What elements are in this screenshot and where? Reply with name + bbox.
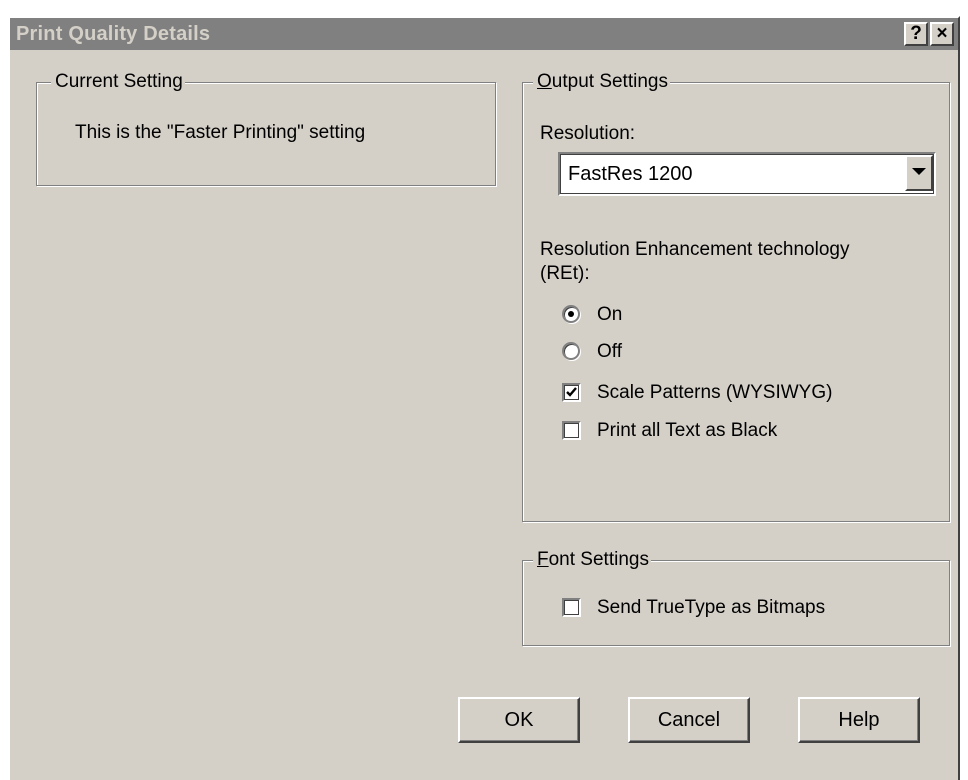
- current-setting-text: This is the "Faster Printing" setting: [75, 122, 366, 143]
- truetype-bitmaps-checkbox[interactable]: [562, 598, 581, 617]
- current-setting-legend: Current Setting: [51, 69, 185, 95]
- ok-button[interactable]: OK: [458, 697, 580, 743]
- radio-on-label[interactable]: On: [597, 303, 622, 327]
- output-settings-group: Output Settings: [522, 69, 950, 522]
- close-button[interactable]: ×: [930, 22, 954, 46]
- ret-label-line2: (REt):: [540, 263, 590, 284]
- radio-on[interactable]: [562, 305, 580, 323]
- window-title: Print Quality Details: [16, 23, 211, 45]
- output-settings-legend: Output Settings: [533, 69, 670, 95]
- scale-patterns-checkbox[interactable]: [562, 383, 581, 402]
- font-settings-legend: Font Settings: [533, 547, 651, 573]
- font-settings-legend-rest: ont Settings: [548, 549, 649, 570]
- checkmark-icon: [566, 387, 577, 397]
- title-bar: Print Quality Details ? ×: [10, 18, 958, 50]
- print-black-label[interactable]: Print all Text as Black: [597, 419, 777, 443]
- resolution-dropdown[interactable]: FastRes 1200: [558, 152, 936, 196]
- resolution-label: Resolution:: [540, 123, 636, 144]
- truetype-bitmaps-label[interactable]: Send TrueType as Bitmaps: [597, 596, 825, 620]
- help-button[interactable]: Help: [798, 697, 920, 743]
- dropdown-arrow-button[interactable]: [905, 155, 933, 191]
- question-icon: ?: [910, 23, 922, 44]
- ret-label-line1: Resolution Enhancement technology: [540, 239, 850, 260]
- print-black-checkbox[interactable]: [562, 421, 581, 440]
- current-setting-group: Current Setting This is the "Faster Prin…: [36, 69, 496, 186]
- chevron-down-icon: [912, 168, 926, 175]
- cancel-button[interactable]: Cancel: [628, 697, 750, 743]
- output-settings-accel: O: [537, 71, 552, 92]
- resolution-value: FastRes 1200: [568, 163, 693, 185]
- radio-on-dot: [568, 311, 574, 317]
- font-settings-accel: F: [537, 549, 549, 570]
- scale-patterns-label[interactable]: Scale Patterns (WYSIWYG): [597, 381, 832, 405]
- radio-off[interactable]: [562, 342, 580, 360]
- help-title-button[interactable]: ?: [904, 22, 928, 46]
- output-settings-legend-rest: utput Settings: [551, 71, 668, 92]
- close-icon: ×: [936, 23, 948, 44]
- radio-off-label[interactable]: Off: [597, 340, 622, 364]
